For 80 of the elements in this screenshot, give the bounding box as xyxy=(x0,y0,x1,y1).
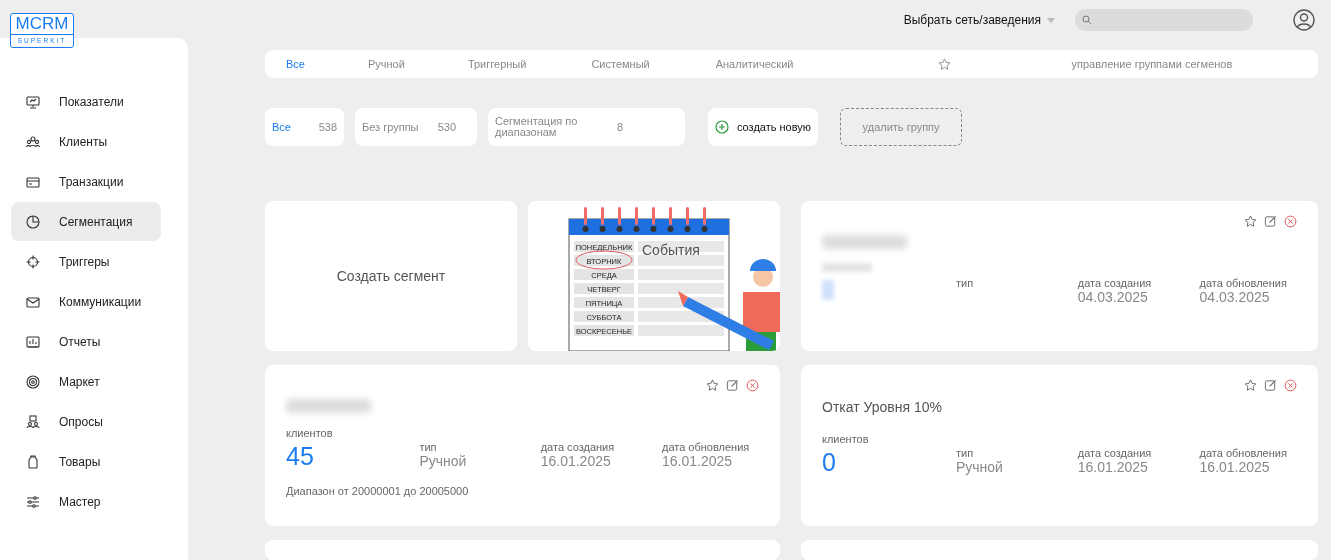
events-title: События xyxy=(642,242,700,258)
created-date: 16.01.2025 xyxy=(1077,459,1149,475)
created-date: 04.03.2025 xyxy=(1077,289,1149,305)
sidebar-item[interactable]: Сегментация xyxy=(11,202,161,241)
create-segment-card[interactable]: Создать сегмент xyxy=(265,201,517,351)
group-chip[interactable]: Сегментация по диапазонам 8 xyxy=(488,108,685,146)
type-value: Ручной xyxy=(419,453,468,469)
user-icon[interactable] xyxy=(1293,9,1315,31)
close-icon[interactable] xyxy=(746,379,759,392)
updated-date: 16.01.2025 xyxy=(1199,459,1271,475)
caret-icon xyxy=(1047,17,1055,23)
close-icon[interactable] xyxy=(1284,379,1297,392)
type-label: тип xyxy=(419,441,438,453)
star-icon[interactable] xyxy=(1244,215,1257,228)
survey-icon xyxy=(25,413,41,430)
sliders-icon xyxy=(25,493,41,510)
sidebar-item[interactable]: Отчеты xyxy=(11,322,161,361)
tab[interactable]: Системный xyxy=(591,58,650,70)
edit-icon[interactable] xyxy=(726,379,739,392)
create-group-button[interactable]: создать новую xyxy=(708,108,819,146)
pie-icon xyxy=(25,213,41,230)
updated-label: дата обновления xyxy=(1199,277,1288,289)
blurred-label xyxy=(822,263,872,272)
sidebar-item[interactable]: Триггеры xyxy=(11,242,161,281)
plus-circle-icon xyxy=(715,120,729,134)
monitor-icon xyxy=(25,93,41,110)
logo-title: MCRM xyxy=(15,14,69,34)
updated-label: дата обновления xyxy=(1199,447,1288,459)
tab[interactable]: Ручной xyxy=(367,58,405,70)
sidebar-item[interactable]: Мастер xyxy=(11,482,161,521)
edit-icon[interactable] xyxy=(1264,215,1277,228)
updated-date: 04.03.2025 xyxy=(1199,289,1271,305)
group-count: 530 xyxy=(437,121,456,133)
sidebar-item[interactable]: Маркет xyxy=(11,362,161,401)
target-icon xyxy=(25,253,41,270)
tab[interactable]: Все xyxy=(286,58,305,70)
sidebar-item[interactable]: Коммуникации xyxy=(11,282,161,321)
star-icon[interactable] xyxy=(706,379,719,392)
circle-icon xyxy=(25,373,41,390)
sidebar-item[interactable]: Товары xyxy=(11,442,161,481)
group-label: Сегментация по диапазонам xyxy=(495,116,579,138)
network-select[interactable]: Выбрать сеть/заведения xyxy=(903,13,1055,27)
report-icon xyxy=(25,333,41,350)
edit-icon[interactable] xyxy=(1264,379,1277,392)
group-count: 538 xyxy=(318,121,337,133)
group-chip[interactable]: Все 538 xyxy=(265,108,344,146)
tab[interactable]: Аналитический xyxy=(715,58,794,70)
search-field[interactable] xyxy=(1075,9,1253,31)
search-icon xyxy=(1082,15,1092,25)
clients-count: 45 xyxy=(286,442,315,471)
group-label: Все xyxy=(272,121,291,133)
created-label: дата создания xyxy=(1077,447,1153,459)
type-value: Ручной xyxy=(955,459,1004,475)
bag-icon xyxy=(25,453,41,470)
people-icon xyxy=(25,133,41,150)
type-label: тип xyxy=(955,447,975,459)
manage-groups-link[interactable]: управление группами сегменов xyxy=(1071,58,1233,70)
tab[interactable]: Триггерный xyxy=(467,58,527,70)
group-label: Без группы xyxy=(362,121,419,133)
range-note: Диапазон от 20000001 до 20005000 xyxy=(286,485,470,497)
blurred-value xyxy=(822,280,834,300)
segment-title: Откат Уровня 10% xyxy=(822,399,943,417)
sidebar-item[interactable]: Опросы xyxy=(11,402,161,441)
sidebar-item[interactable]: Показатели xyxy=(11,82,161,121)
updated-label: дата обновления xyxy=(661,441,751,453)
star-icon[interactable] xyxy=(938,57,952,71)
star-icon[interactable] xyxy=(1244,379,1257,392)
created-date: 16.01.2025 xyxy=(540,453,612,469)
clients-count: 0 xyxy=(822,448,837,477)
created-label: дата создания xyxy=(540,441,616,453)
clients-label: клиентов xyxy=(822,433,870,445)
clients-label: клиентов xyxy=(286,427,334,439)
sidebar-item[interactable]: Транзакции xyxy=(11,162,161,201)
sidebar-item[interactable]: Клиенты xyxy=(11,122,161,161)
type-label: тип xyxy=(955,277,975,289)
group-chip[interactable]: Без группы 530 xyxy=(355,108,477,146)
close-icon[interactable] xyxy=(1284,215,1297,228)
created-label: дата создания xyxy=(1077,277,1153,289)
updated-date: 16.01.2025 xyxy=(661,453,734,469)
group-count: 8 xyxy=(616,121,623,133)
